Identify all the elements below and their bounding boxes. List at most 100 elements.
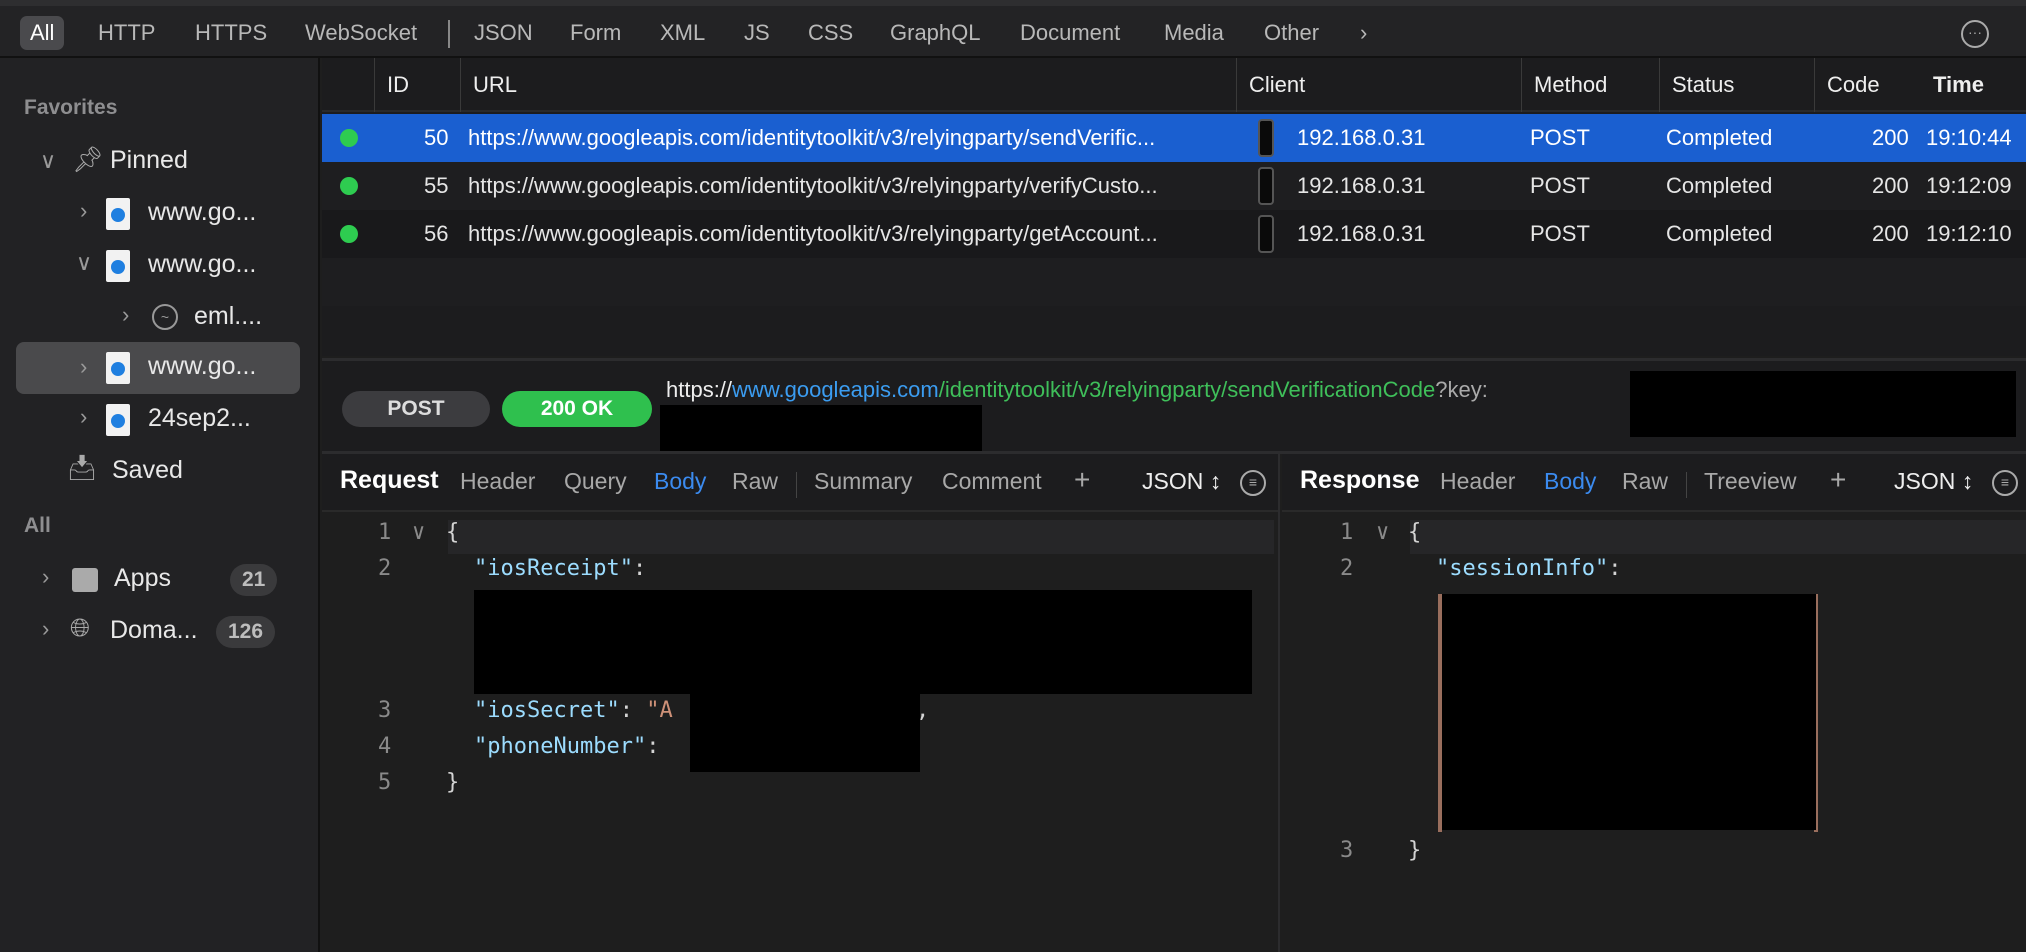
url-query: ?key: bbox=[1435, 377, 1488, 402]
file-icon bbox=[106, 198, 130, 230]
method-badge: POST bbox=[342, 391, 490, 427]
chevron-right-icon[interactable]: › bbox=[1350, 16, 1377, 50]
table-row[interactable]: 56 https://www.googleapis.com/identityto… bbox=[322, 210, 2026, 258]
add-tab-icon[interactable]: + bbox=[1074, 464, 1090, 496]
filter-css[interactable]: CSS bbox=[798, 16, 863, 50]
sidebar-item-pinned[interactable]: Pinned bbox=[110, 146, 188, 175]
divider bbox=[1686, 472, 1687, 498]
filter-js[interactable]: JS bbox=[734, 16, 780, 50]
filter-json[interactable]: JSON bbox=[464, 16, 543, 50]
code-line: { bbox=[446, 520, 460, 545]
format-label: JSON bbox=[1894, 468, 1956, 494]
sidebar-item-domains[interactable]: Doma... bbox=[110, 616, 198, 645]
apps-icon bbox=[72, 568, 98, 592]
json-punct: : bbox=[646, 734, 660, 759]
status-badge: 200 OK bbox=[502, 391, 652, 427]
chevron-right-icon[interactable]: › bbox=[80, 198, 87, 224]
line-number: 2 bbox=[1340, 556, 1354, 581]
sidebar-item[interactable]: eml.... bbox=[194, 302, 262, 331]
chevron-right-icon[interactable]: › bbox=[42, 616, 49, 642]
request-url[interactable]: https://www.googleapis.com/identitytoolk… bbox=[666, 377, 1488, 403]
json-key: "sessionInfo" bbox=[1436, 556, 1609, 581]
column-code[interactable]: Code bbox=[1814, 58, 1880, 112]
filter-https[interactable]: HTTPS bbox=[185, 16, 277, 50]
domains-count-badge: 126 bbox=[216, 616, 276, 648]
globe-icon: 🌐︎ bbox=[70, 614, 91, 642]
sidebar-item[interactable]: www.go... bbox=[148, 198, 256, 227]
sidebar-item-apps[interactable]: Apps bbox=[114, 564, 171, 593]
row-code: 200 bbox=[1872, 125, 1909, 150]
status-dot bbox=[340, 225, 358, 243]
tab-summary[interactable]: Summary bbox=[814, 468, 912, 495]
apps-count-badge: 21 bbox=[230, 564, 278, 596]
column-method[interactable]: Method bbox=[1521, 58, 1607, 112]
fold-chevron-icon[interactable]: ∨ bbox=[1376, 520, 1389, 545]
fold-chevron-icon[interactable]: ∨ bbox=[412, 520, 425, 545]
chevron-right-icon[interactable]: › bbox=[80, 404, 87, 430]
column-client[interactable]: Client bbox=[1236, 58, 1305, 112]
chevron-right-icon[interactable]: › bbox=[122, 302, 129, 328]
tab-header[interactable]: Header bbox=[460, 468, 535, 495]
tab-treeview[interactable]: Treeview bbox=[1704, 468, 1796, 495]
format-select[interactable]: JSON ↕ bbox=[1142, 468, 1221, 495]
filter-websocket[interactable]: WebSocket bbox=[295, 16, 427, 50]
chevron-right-icon[interactable]: › bbox=[80, 354, 87, 380]
format-select[interactable]: JSON ↕ bbox=[1894, 468, 1973, 495]
add-tab-icon[interactable]: + bbox=[1830, 464, 1846, 496]
request-table: ID URL Client Method Status Code Time 50… bbox=[322, 58, 2026, 356]
json-punct: : bbox=[632, 556, 647, 581]
row-code: 200 bbox=[1872, 221, 1909, 246]
filter-all[interactable]: All bbox=[20, 16, 65, 50]
row-url: https://www.googleapis.com/identitytoolk… bbox=[468, 125, 1156, 150]
filter-form[interactable]: Form bbox=[560, 16, 631, 50]
code-line: "sessionInfo": bbox=[1436, 556, 1621, 581]
filter-other[interactable]: Other bbox=[1254, 16, 1329, 50]
table-row[interactable]: 55 https://www.googleapis.com/identityto… bbox=[322, 162, 2026, 210]
filter-http[interactable]: HTTP bbox=[88, 16, 165, 50]
divider bbox=[796, 472, 797, 498]
tab-raw[interactable]: Raw bbox=[732, 468, 778, 495]
line-number: 1 bbox=[1340, 520, 1354, 545]
tab-query[interactable]: Query bbox=[564, 468, 627, 495]
column-status[interactable]: Status bbox=[1659, 58, 1734, 112]
tab-header[interactable]: Header bbox=[1440, 468, 1515, 495]
sidebar-item[interactable]: www.go... bbox=[148, 352, 256, 381]
file-icon bbox=[106, 404, 130, 436]
filter-icon[interactable]: ≡ bbox=[1240, 470, 1266, 496]
table-row[interactable]: 50 https://www.googleapis.com/identityto… bbox=[322, 114, 2026, 162]
filter-graphql[interactable]: GraphQL bbox=[880, 16, 991, 50]
sidebar-item[interactable]: www.go... bbox=[148, 250, 256, 279]
pin-icon: 📌︎ bbox=[72, 146, 104, 174]
filter-xml[interactable]: XML bbox=[650, 16, 715, 50]
chevron-right-icon[interactable]: › bbox=[42, 564, 49, 590]
table-header: ID URL Client Method Status Code Time bbox=[322, 58, 2026, 112]
phone-icon bbox=[1258, 167, 1274, 205]
phone-icon bbox=[1258, 215, 1274, 253]
tab-body[interactable]: Body bbox=[1544, 468, 1596, 495]
json-key: "phoneNumber" bbox=[474, 734, 647, 759]
tab-comment[interactable]: Comment bbox=[942, 468, 1042, 495]
url-bar: POST 200 OK https://www.googleapis.com/i… bbox=[322, 358, 2026, 454]
sidebar-item[interactable]: 24sep2... bbox=[148, 404, 251, 433]
column-time[interactable]: Time bbox=[1921, 58, 1984, 112]
code-line: "phoneNumber": bbox=[474, 734, 659, 759]
row-url: https://www.googleapis.com/identitytoolk… bbox=[468, 173, 1158, 198]
tab-raw[interactable]: Raw bbox=[1622, 468, 1668, 495]
chevron-down-icon[interactable]: ∨ bbox=[40, 148, 56, 174]
tab-body[interactable]: Body bbox=[654, 468, 706, 495]
filter-bar: All HTTP HTTPS WebSocket JSON Form XML J… bbox=[0, 0, 2026, 58]
json-string: "A bbox=[646, 698, 673, 723]
filter-icon[interactable]: ≡ bbox=[1992, 470, 2018, 496]
filter-document[interactable]: Document bbox=[1010, 16, 1130, 50]
column-id[interactable]: ID bbox=[374, 58, 409, 112]
chevron-down-icon[interactable]: ∨ bbox=[76, 250, 92, 276]
divider bbox=[448, 20, 450, 48]
sidebar-item-saved[interactable]: Saved bbox=[112, 456, 183, 485]
more-options-icon[interactable]: ··· bbox=[1961, 20, 1989, 48]
column-url[interactable]: URL bbox=[460, 58, 517, 112]
filter-media[interactable]: Media bbox=[1154, 16, 1234, 50]
row-method: POST bbox=[1530, 221, 1590, 246]
url-scheme: https:// bbox=[666, 377, 733, 402]
row-id: 50 bbox=[424, 125, 449, 150]
json-key: "iosSecret" bbox=[474, 698, 620, 723]
